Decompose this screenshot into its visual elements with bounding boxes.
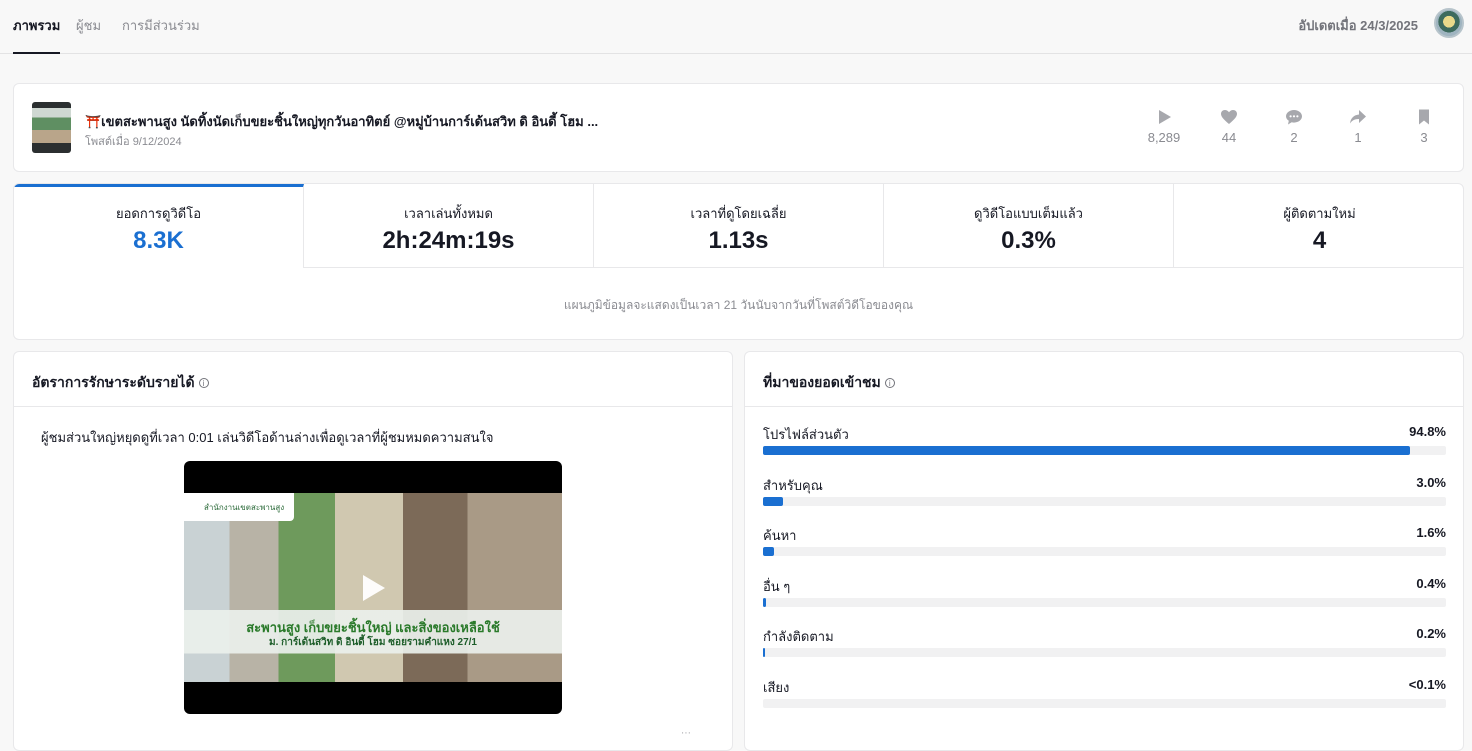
video-caption-subtitle: ม. การ์เด้นสวิท ดิ อินดี้ โฮม ซอยรามคำแห… [269, 637, 477, 648]
avatar[interactable] [1434, 8, 1464, 38]
views-count: 8,289 [1147, 130, 1181, 145]
traffic-source-bar-fill [763, 497, 784, 506]
metric-value: 8.3K [133, 227, 184, 254]
traffic-source-label: เสียง [763, 680, 790, 695]
metric-new-followers[interactable]: ผู้ติดตามใหม่ 4 [1174, 184, 1463, 268]
metric-value: 4 [1312, 227, 1327, 254]
metric-value: 2h:24m:19s [382, 227, 515, 254]
video-banner: สำนักงานเขตสะพานสูง [184, 493, 294, 521]
retention-header: อัตราการรักษาระดับรายได้ i [14, 352, 732, 407]
play-icon [1159, 110, 1171, 124]
metric-video-views[interactable]: ยอดการดูวิดีโอ 8.3K [14, 184, 304, 268]
traffic-source-label: โปรไฟล์ส่วนตัว [763, 427, 849, 442]
comment-icon [1286, 110, 1302, 125]
traffic-source-row: ค้นหา 1.6% [763, 525, 1446, 575]
tab-engagement[interactable]: การมีส่วนร่วม [122, 15, 200, 54]
traffic-source-percent: <0.1% [1408, 677, 1446, 692]
retention-description: ผู้ชมส่วนใหญ่หยุดดูที่เวลา 0:01 เล่นวิดี… [41, 430, 494, 445]
comments-stat: 2 [1264, 108, 1324, 145]
metric-total-play-time[interactable]: เวลาเล่นทั้งหมด 2h:24m:19s [304, 184, 594, 268]
traffic-source-bar-fill [763, 598, 766, 607]
bookmark-icon [1419, 109, 1429, 125]
info-icon[interactable]: i [198, 378, 209, 388]
metric-value: 0.3% [1001, 227, 1056, 254]
shares-count: 1 [1354, 130, 1362, 145]
top-nav: ภาพรวม ผู้ชม การมีส่วนร่วม อัปเดตเมื่อ 2… [0, 0, 1472, 54]
heart-icon [1221, 110, 1237, 124]
traffic-source-row: สำหรับคุณ 3.0% [763, 475, 1446, 525]
traffic-source-label: กำลังติดตาม [763, 629, 834, 644]
metric-label: เวลาเล่นทั้งหมด [404, 206, 493, 221]
traffic-source-label: สำหรับคุณ [763, 478, 823, 493]
traffic-source-percent: 3.0% [1416, 475, 1446, 490]
traffic-source-label: ค้นหา [763, 528, 797, 543]
retention-title: อัตราการรักษาระดับรายได้ [32, 374, 195, 390]
views-stat: 8,289 [1134, 108, 1194, 145]
traffic-source-bar-track [763, 699, 1446, 708]
saves-count: 3 [1420, 130, 1428, 145]
metric-label: ยอดการดูวิดีโอ [116, 206, 201, 221]
info-icon[interactable]: i [884, 378, 895, 388]
traffic-source-row: โปรไฟล์ส่วนตัว 94.8% [763, 424, 1446, 474]
traffic-sources-card: ที่มาของยอดเข้าชม i โปรไฟล์ส่วนตัว 94.8% สำ… [744, 351, 1464, 751]
metric-label: เวลาที่ดูโดยเฉลี่ย [690, 206, 787, 221]
traffic-source-bar-track [763, 598, 1446, 607]
traffic-source-row: กำลังติดตาม 0.2% [763, 626, 1446, 676]
metric-watched-full-video[interactable]: ดูวิดีโอแบบเต็มแล้ว 0.3% [884, 184, 1174, 268]
likes-stat: 44 [1199, 108, 1259, 145]
retention-card: อัตราการรักษาระดับรายได้ i ผู้ชมส่วนใหญ่ห… [13, 351, 733, 751]
metric-value: 1.13s [708, 227, 769, 254]
traffic-source-bar-track [763, 648, 1446, 657]
post-date: โพสต์เมื่อ 9/12/2024 [85, 136, 182, 148]
traffic-source-row: อื่น ๆ 0.4% [763, 576, 1446, 626]
shares-stat: 1 [1328, 108, 1388, 145]
traffic-source-bar-track [763, 446, 1446, 455]
traffic-source-bar-fill [763, 547, 774, 556]
traffic-source-percent: 1.6% [1416, 525, 1446, 540]
traffic-source-row: เสียง <0.1% [763, 677, 1446, 727]
sources-title: ที่มาของยอดเข้าชม [763, 374, 881, 390]
traffic-source-percent: 94.8% [1409, 424, 1446, 439]
more-dots-icon: ⋯ [681, 728, 692, 739]
traffic-source-percent: 0.4% [1416, 576, 1446, 591]
share-icon [1350, 110, 1366, 124]
metric-average-watch-time[interactable]: เวลาที่ดูโดยเฉลี่ย 1.13s [594, 184, 884, 268]
tab-audience[interactable]: ผู้ชม [76, 15, 101, 54]
traffic-source-bar-track [763, 547, 1446, 556]
video-thumbnail[interactable] [32, 102, 71, 153]
traffic-source-bar-track [763, 497, 1446, 506]
traffic-source-bar-fill [763, 648, 766, 657]
metric-label: ผู้ติดตามใหม่ [1283, 206, 1356, 221]
video-player[interactable]: สำนักงานเขตสะพานสูง สะพานสูง เก็บขยะชิ้น… [184, 461, 562, 714]
chart-note: แผนภูมิข้อมูลจะแสดงเป็นเวลา 21 วันนับจาก… [563, 298, 914, 312]
tab-overview[interactable]: ภาพรวม [13, 15, 61, 54]
comments-count: 2 [1290, 130, 1298, 145]
updated-timestamp: อัปเดตเมื่อ 24/3/2025 [1298, 18, 1418, 33]
play-icon[interactable] [363, 575, 385, 601]
traffic-source-label: อื่น ๆ [763, 579, 791, 594]
likes-count: 44 [1221, 130, 1237, 145]
saves-stat: 3 [1394, 108, 1454, 145]
post-summary-card: ⛩️เขตสะพานสูง นัดทิ้งนัดเก็บขยะชิ้นใหญ่ท… [13, 83, 1464, 172]
post-title: ⛩️เขตสะพานสูง นัดทิ้งนัดเก็บขยะชิ้นใหญ่ท… [85, 114, 599, 129]
traffic-source-bar-fill [763, 446, 1411, 455]
traffic-source-percent: 0.2% [1416, 626, 1446, 641]
sources-header: ที่มาของยอดเข้าชม i [745, 352, 1463, 407]
metrics-card: ยอดการดูวิดีโอ 8.3K เวลาเล่นทั้งหมด 2h:2… [13, 183, 1464, 340]
metric-label: ดูวิดีโอแบบเต็มแล้ว [974, 206, 1083, 221]
